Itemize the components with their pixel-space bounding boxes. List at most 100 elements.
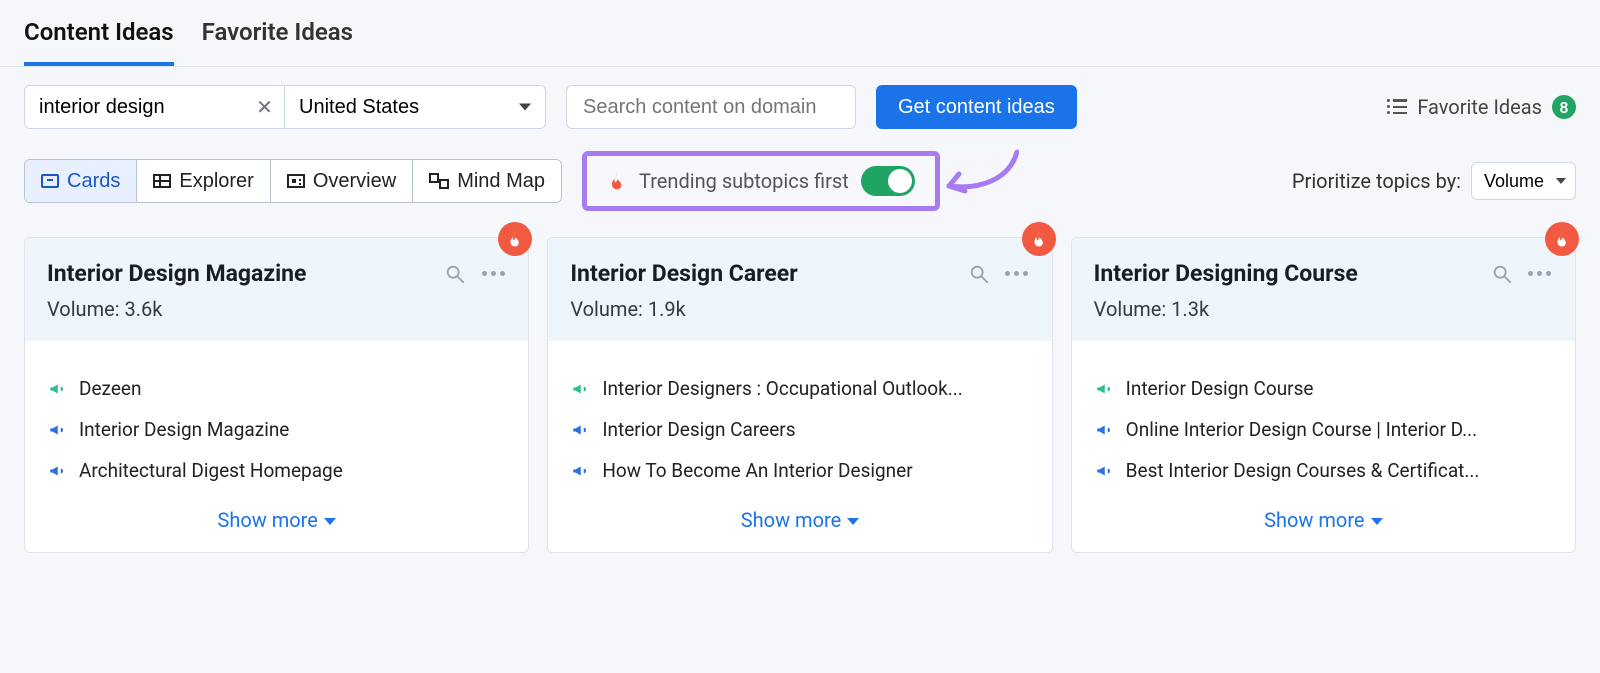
content-item[interactable]: Interior Design Careers <box>570 418 1029 441</box>
content-item[interactable]: How To Become An Interior Designer <box>570 459 1029 482</box>
topic-country-group: ✕ United States <box>24 85 546 129</box>
cards-container: Interior Design Magazine Volume: 3.6k Deze… <box>0 229 1600 577</box>
show-more-link[interactable]: Show more <box>741 508 859 532</box>
view-mind-map[interactable]: Mind Map <box>413 160 561 202</box>
close-icon: ✕ <box>256 95 273 120</box>
card-title: Interior Design Career <box>570 260 953 287</box>
card-search-button[interactable] <box>442 261 468 287</box>
flame-icon <box>1030 229 1048 249</box>
prioritize-select[interactable]: Volume <box>1471 162 1576 200</box>
trending-badge <box>1545 222 1579 256</box>
card-volume: Volume: 1.3k <box>1094 297 1553 321</box>
flame-icon <box>1553 229 1571 249</box>
content-item[interactable]: Interior Design Course <box>1094 377 1553 400</box>
view-toolbar: Cards Explorer Overview Mind Map Trendin… <box>0 141 1600 229</box>
flame-icon <box>607 170 627 192</box>
domain-search-input[interactable] <box>566 85 856 129</box>
chevron-down-icon <box>324 518 336 525</box>
list-icon <box>1387 99 1407 115</box>
card-header: Interior Designing Course Volume: 1.3k <box>1072 238 1575 341</box>
view-cards[interactable]: Cards <box>25 160 137 202</box>
card-header: Interior Design Magazine Volume: 3.6k <box>25 238 528 341</box>
content-item[interactable]: Dezeen <box>47 377 506 400</box>
card-body: Dezeen Interior Design Magazine Architectu… <box>25 341 528 482</box>
megaphone-icon <box>1094 462 1114 480</box>
show-more-link[interactable]: Show more <box>217 508 335 532</box>
prioritize-control: Prioritize topics by: Volume <box>1292 162 1576 200</box>
more-icon <box>482 271 505 276</box>
view-overview[interactable]: Overview <box>271 160 413 202</box>
country-select-wrap: United States <box>285 86 545 128</box>
more-icon <box>1528 271 1551 276</box>
content-item-text: Architectural Digest Homepage <box>79 459 343 482</box>
card-search-button[interactable] <box>1489 261 1515 287</box>
more-icon <box>1005 271 1028 276</box>
megaphone-icon <box>1094 421 1114 439</box>
content-item-text: Interior Design Course <box>1126 377 1314 400</box>
megaphone-icon <box>47 462 67 480</box>
trending-subtopics-toggle-wrap: Trending subtopics first <box>582 151 940 211</box>
flame-icon <box>506 229 524 249</box>
cards-icon <box>41 174 59 188</box>
search-icon <box>1491 263 1513 285</box>
card-more-button[interactable] <box>480 261 506 287</box>
favorite-ideas-count: 8 <box>1552 95 1576 119</box>
content-item-text: Dezeen <box>79 377 141 400</box>
show-more-link[interactable]: Show more <box>1264 508 1382 532</box>
search-icon <box>968 263 990 285</box>
content-item[interactable]: Online Interior Design Course | Interior… <box>1094 418 1553 441</box>
card-more-button[interactable] <box>1004 261 1030 287</box>
favorite-ideas-label: Favorite Ideas <box>1417 95 1542 119</box>
trending-toggle[interactable] <box>861 166 915 196</box>
view-overview-label: Overview <box>313 170 396 193</box>
favorite-ideas-link[interactable]: Favorite Ideas 8 <box>1387 95 1576 119</box>
clear-topic-button[interactable]: ✕ <box>245 86 285 128</box>
content-item[interactable]: Interior Designers : Occupational Outloo… <box>570 377 1029 400</box>
tab-content-ideas[interactable]: Content Ideas <box>24 18 174 66</box>
topic-card: Interior Design Magazine Volume: 3.6k Deze… <box>24 237 529 553</box>
search-icon <box>444 263 466 285</box>
chevron-down-icon <box>847 518 859 525</box>
view-mind-map-label: Mind Map <box>457 170 545 193</box>
topic-card: Interior Designing CourseVolume: 1.3kInt… <box>1071 237 1576 553</box>
tab-favorite-ideas[interactable]: Favorite Ideas <box>202 18 353 66</box>
view-switch: Cards Explorer Overview Mind Map <box>24 159 562 203</box>
card-more-button[interactable] <box>1527 261 1553 287</box>
main-tabs: Content Ideas Favorite Ideas <box>0 0 1600 67</box>
view-explorer[interactable]: Explorer <box>137 160 270 202</box>
prioritize-label: Prioritize topics by: <box>1292 169 1461 193</box>
card-body: Interior Design Course Online Interior De… <box>1072 341 1575 482</box>
topic-card: Interior Design CareerVolume: 1.9kInteri… <box>547 237 1052 553</box>
view-explorer-label: Explorer <box>179 170 253 193</box>
trending-toggle-label: Trending subtopics first <box>639 169 849 193</box>
content-item-text: Interior Design Magazine <box>79 418 289 441</box>
view-cards-label: Cards <box>67 170 120 193</box>
megaphone-icon <box>570 462 590 480</box>
card-search-button[interactable] <box>966 261 992 287</box>
trending-badge <box>1022 222 1056 256</box>
topic-input[interactable] <box>25 86 245 128</box>
show-more: Show more <box>25 482 528 552</box>
explorer-icon <box>153 174 171 188</box>
card-title: Interior Designing Course <box>1094 260 1477 287</box>
megaphone-icon <box>570 421 590 439</box>
content-item[interactable]: Best Interior Design Courses & Certifica… <box>1094 459 1553 482</box>
get-content-ideas-button[interactable]: Get content ideas <box>876 85 1077 129</box>
content-item[interactable]: Architectural Digest Homepage <box>47 459 506 482</box>
card-header: Interior Design Career Volume: 1.9k <box>548 238 1051 341</box>
country-select[interactable]: United States <box>285 86 545 128</box>
card-body: Interior Designers : Occupational Outloo… <box>548 341 1051 482</box>
megaphone-icon <box>47 380 67 398</box>
content-item[interactable]: Interior Design Magazine <box>47 418 506 441</box>
card-title: Interior Design Magazine <box>47 260 430 287</box>
card-volume: Volume: 3.6k <box>47 297 506 321</box>
megaphone-icon <box>570 380 590 398</box>
content-item-text: Online Interior Design Course | Interior… <box>1126 418 1478 441</box>
content-item-text: Best Interior Design Courses & Certifica… <box>1126 459 1480 482</box>
content-item-text: How To Become An Interior Designer <box>602 459 912 482</box>
chevron-down-icon <box>1371 518 1383 525</box>
content-item-text: Interior Design Careers <box>602 418 795 441</box>
card-volume: Volume: 1.9k <box>570 297 1029 321</box>
content-item-text: Interior Designers : Occupational Outloo… <box>602 377 962 400</box>
show-more: Show more <box>1072 482 1575 552</box>
